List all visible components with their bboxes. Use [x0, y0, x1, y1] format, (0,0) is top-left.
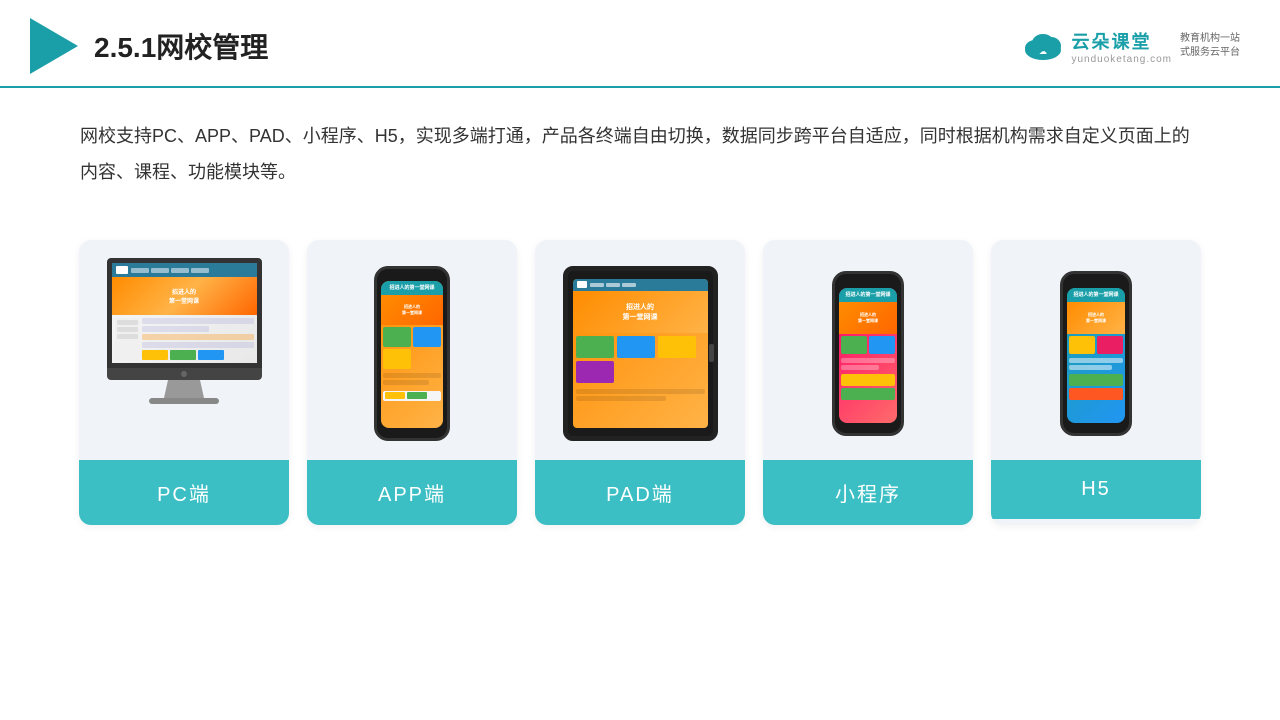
- header-left: 2.5.1网校管理: [30, 18, 268, 74]
- phone-h5-device: 招进人的第一堂网课 招进人的第一堂网课: [1060, 271, 1132, 436]
- svg-text:☁: ☁: [1039, 47, 1047, 56]
- phone-mini-screen: 招进人的第一堂网课 招进人的第一堂网课: [839, 288, 897, 423]
- page-header: 2.5.1网校管理 ☁ 云朵课堂 yunduoketang.com 教育机构一站…: [0, 0, 1280, 88]
- description-paragraph: 网校支持PC、APP、PAD、小程序、H5，实现多端打通，产品各终端自由切换，数…: [80, 118, 1200, 190]
- phone-device-app: 招进人的第一堂网课 招进人的第一堂网课: [374, 266, 450, 441]
- phone-screen-app: 招进人的第一堂网课 招进人的第一堂网课: [381, 281, 443, 428]
- monitor-screen: 招进人的第一堂网课: [107, 258, 262, 368]
- brand-logo: ☁ 云朵课堂 yunduoketang.com 教育机构一站 式服务云平台: [1021, 28, 1240, 65]
- brand-url: yunduoketang.com: [1071, 54, 1172, 65]
- card-image-area-app: 招进人的第一堂网课 招进人的第一堂网课: [307, 240, 517, 460]
- cards-container: 招进人的第一堂网课: [0, 210, 1280, 545]
- card-image-area-mini: 招进人的第一堂网课 招进人的第一堂网课: [763, 240, 973, 460]
- card-label-h5: H5: [991, 460, 1201, 519]
- description-text: 网校支持PC、APP、PAD、小程序、H5，实现多端打通，产品各终端自由切换，数…: [0, 88, 1280, 200]
- card-label-pc: PC端: [79, 460, 289, 525]
- brand-tagline: 教育机构一站 式服务云平台: [1180, 32, 1240, 60]
- card-label-app: APP端: [307, 460, 517, 525]
- logo-triangle-icon: [30, 18, 78, 74]
- card-label-pad: PAD端: [535, 460, 745, 525]
- tablet-home-button: [709, 344, 714, 362]
- phone-mini-notch: [855, 274, 881, 280]
- screen-content-app: 招进人的第一堂网课 招进人的第一堂网课: [381, 281, 443, 428]
- phone-notch: [398, 269, 426, 275]
- card-pc: 招进人的第一堂网课: [79, 240, 289, 525]
- tablet-device: 招进人的第一堂网课: [563, 266, 718, 441]
- page-title: 2.5.1网校管理: [94, 26, 268, 66]
- card-label-mini-program: 小程序: [763, 460, 973, 525]
- card-mini-program: 招进人的第一堂网课 招进人的第一堂网课: [763, 240, 973, 525]
- monitor-device: 招进人的第一堂网课: [97, 258, 272, 448]
- phone-mini-device: 招进人的第一堂网课 招进人的第一堂网课: [832, 271, 904, 436]
- card-image-area-pc: 招进人的第一堂网课: [79, 240, 289, 460]
- card-app: 招进人的第一堂网课 招进人的第一堂网课: [307, 240, 517, 525]
- card-pad: 招进人的第一堂网课 PAD端: [535, 240, 745, 525]
- phone-h5-screen: 招进人的第一堂网课 招进人的第一堂网课: [1067, 288, 1125, 423]
- cloud-icon: ☁: [1021, 30, 1065, 62]
- phone-h5-notch: [1083, 274, 1109, 280]
- brand-area: ☁ 云朵课堂 yunduoketang.com 教育机构一站 式服务云平台: [1021, 28, 1240, 65]
- card-h5: 招进人的第一堂网课 招进人的第一堂网课: [991, 240, 1201, 525]
- brand-name: 云朵课堂: [1071, 28, 1172, 54]
- tablet-screen: 招进人的第一堂网课: [573, 279, 708, 428]
- card-image-area-h5: 招进人的第一堂网课 招进人的第一堂网课: [991, 240, 1201, 460]
- card-image-area-pad: 招进人的第一堂网课: [535, 240, 745, 460]
